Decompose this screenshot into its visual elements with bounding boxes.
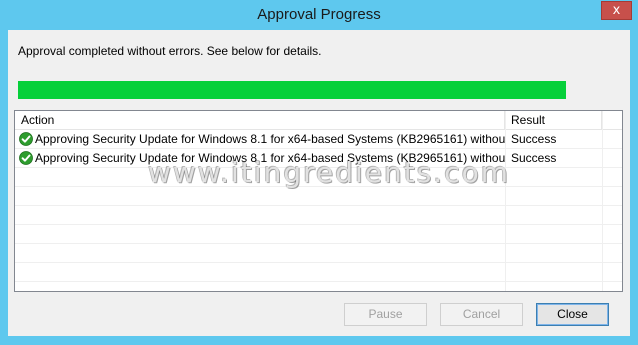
approval-progress-window: Approval Progress x Approval completed w…	[0, 0, 638, 345]
row-action-text: Approving Security Update for Windows 8.…	[35, 132, 505, 146]
empty-row	[15, 168, 622, 187]
title-bar[interactable]: Approval Progress x	[0, 0, 638, 30]
cancel-button[interactable]: Cancel	[440, 303, 523, 326]
pause-button[interactable]: Pause	[344, 303, 427, 326]
status-message: Approval completed without errors. See b…	[18, 44, 322, 58]
row-action-cell: Approving Security Update for Windows 8.…	[19, 130, 505, 148]
success-check-icon	[19, 151, 33, 165]
row-result-text: Success	[511, 132, 557, 146]
window-close-button[interactable]: x	[601, 1, 632, 20]
empty-row	[15, 225, 622, 244]
results-list[interactable]: Action Result Approving Security Update …	[14, 110, 623, 292]
window-title: Approval Progress	[257, 6, 381, 23]
table-row[interactable]: Approving Security Update for Windows 8.…	[15, 130, 622, 149]
row-action-text: Approving Security Update for Windows 8.…	[35, 151, 505, 165]
row-result-text: Success	[511, 151, 557, 165]
list-rows: Approving Security Update for Windows 8.…	[15, 130, 622, 282]
empty-row	[15, 187, 622, 206]
close-button[interactable]: Close	[536, 303, 609, 326]
table-row[interactable]: Approving Security Update for Windows 8.…	[15, 149, 622, 168]
progress-bar-fill	[18, 81, 566, 99]
progress-bar	[18, 81, 566, 99]
column-header-result[interactable]: Result	[505, 111, 602, 130]
dialog-body: Approval completed without errors. See b…	[8, 30, 630, 336]
list-header: Action Result	[15, 111, 622, 130]
column-header-action[interactable]: Action	[15, 111, 505, 130]
empty-row	[15, 244, 622, 263]
empty-row	[15, 263, 622, 282]
success-check-icon	[19, 132, 33, 146]
row-action-cell: Approving Security Update for Windows 8.…	[19, 149, 505, 167]
empty-row	[15, 206, 622, 225]
